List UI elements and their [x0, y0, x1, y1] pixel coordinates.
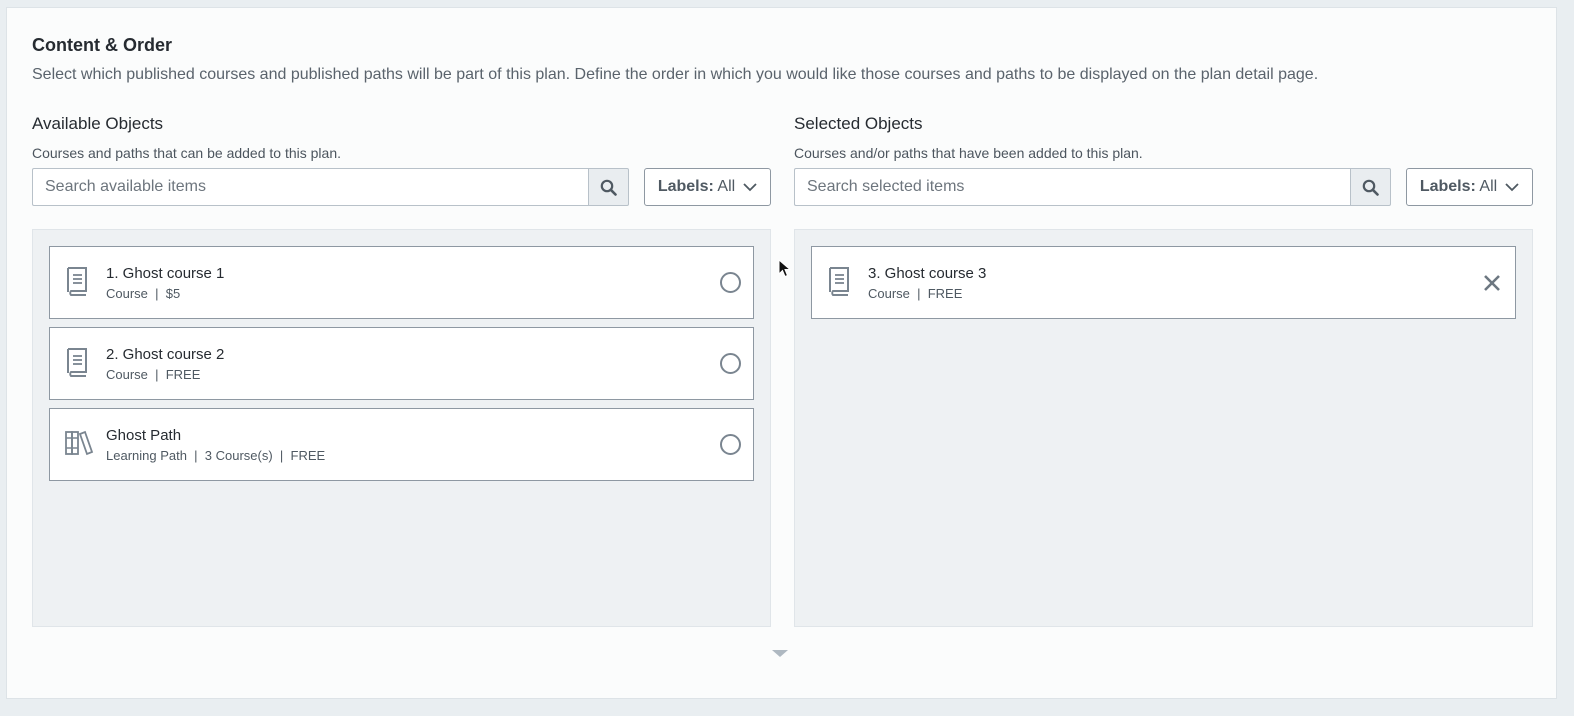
item-name: Ghost Path	[106, 427, 182, 444]
item-meta: Learning Path | 3 Course(s) | FREE	[106, 448, 326, 463]
list-item[interactable]: 3. Ghost course 3 Course | FREE	[811, 246, 1516, 319]
select-radio[interactable]	[720, 272, 741, 293]
library-books-icon	[65, 430, 94, 456]
search-available-button[interactable]	[588, 168, 629, 206]
item-meta: Course | FREE	[868, 286, 963, 301]
item-meta: Course | $5	[106, 286, 181, 301]
list-item[interactable]: Ghost Path Learning Path | 3 Course(s) |…	[49, 408, 754, 481]
select-radio[interactable]	[720, 434, 741, 455]
available-objects-column: Available Objects Courses and paths that…	[32, 112, 771, 627]
list-item[interactable]: 2. Ghost course 2 Course | FREE	[49, 327, 754, 400]
close-icon[interactable]	[1483, 274, 1501, 292]
item-meta: Course | FREE	[106, 367, 201, 382]
labels-filter-selected[interactable]: Labels: All	[1406, 168, 1533, 206]
selected-search-row: Labels: All	[794, 168, 1533, 206]
list-item[interactable]: 1. Ghost course 1 Course | $5	[49, 246, 754, 319]
available-items-list: 1. Ghost course 1 Course | $5 2. Ghost c…	[32, 229, 771, 627]
available-objects-subtitle: Courses and paths that can be added to t…	[32, 145, 341, 161]
chevron-down-icon	[1505, 182, 1519, 191]
item-name: 1. Ghost course 1	[106, 265, 225, 282]
search-available-input[interactable]	[32, 168, 588, 206]
search-selected-input[interactable]	[794, 168, 1350, 206]
labels-filter-key: Labels:	[657, 178, 714, 195]
selected-objects-title: Selected Objects	[794, 114, 923, 133]
item-name: 3. Ghost course 3	[868, 265, 987, 282]
select-radio[interactable]	[720, 353, 741, 374]
selected-items-list: 3. Ghost course 3 Course | FREE	[794, 229, 1533, 627]
selected-objects-column: Selected Objects Courses and/or paths th…	[794, 112, 1533, 627]
labels-filter-value: All	[717, 178, 736, 195]
labels-filter-available[interactable]: Labels: All	[644, 168, 771, 206]
book-icon	[67, 348, 87, 377]
search-icon	[1362, 179, 1379, 196]
item-name: 2. Ghost course 2	[106, 346, 225, 363]
labels-filter-value: All	[1479, 178, 1498, 195]
chevron-down-icon	[743, 182, 757, 191]
available-search-row: Labels: All	[32, 168, 771, 206]
section-title: Content & Order	[32, 35, 173, 55]
section-description: Select which published courses and publi…	[32, 66, 1319, 83]
scroll-down-icon[interactable]	[769, 649, 791, 659]
book-icon	[829, 267, 849, 296]
search-selected-button[interactable]	[1350, 168, 1391, 206]
labels-filter-key: Labels:	[1419, 178, 1476, 195]
selected-objects-subtitle: Courses and/or paths that have been adde…	[794, 145, 1143, 161]
content-order-panel: Content & Order Select which published c…	[6, 7, 1557, 699]
book-icon	[67, 267, 87, 296]
search-icon	[600, 179, 617, 196]
mouse-cursor-icon	[778, 259, 792, 278]
available-objects-title: Available Objects	[32, 114, 164, 133]
